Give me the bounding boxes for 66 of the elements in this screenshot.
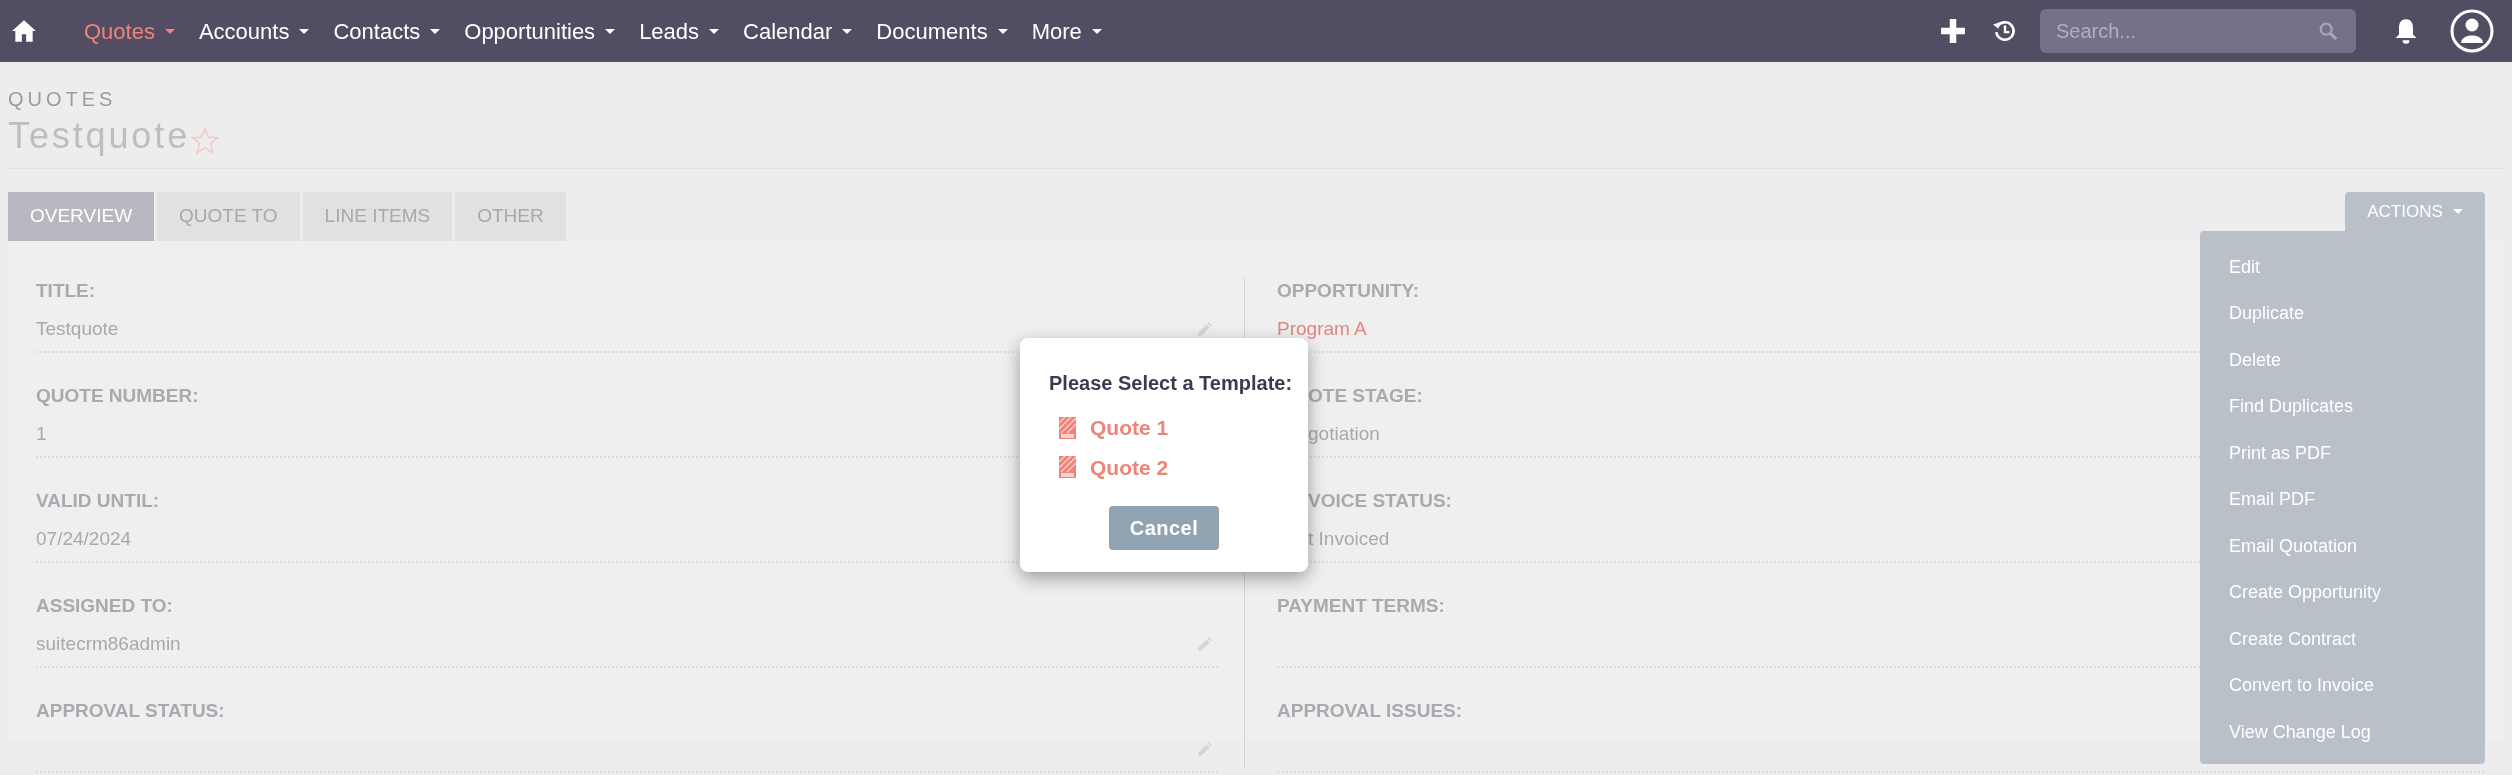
template-link[interactable]: Quote 2 [1090,451,1169,483]
field-label: VOICE STATUS: [1308,489,1452,511]
caret-icon [164,28,175,34]
nav-menu-item[interactable]: Leads [627,0,732,62]
search-icon [2318,21,2338,41]
field-value: gotiation [1307,421,1380,446]
field-value: Testquote [36,316,119,341]
menu-item[interactable]: Find Duplicates [2200,383,2485,430]
field-label: OTE STAGE: [1308,384,1423,406]
nav-menu-item[interactable]: Accounts [186,0,322,62]
nav-menu-item[interactable]: Opportunities [452,0,628,62]
field-label: QUOTE NUMBER: [36,384,199,406]
menu-item[interactable]: Convert to Invoice [2200,662,2485,709]
cancel-button[interactable]: Cancel [1109,506,1219,550]
menu-item[interactable]: Delete [2200,337,2485,384]
menu-item[interactable]: View Change Log [2200,709,2485,756]
tab[interactable]: OTHER [455,192,566,241]
field-value: 1 [36,421,47,446]
search-field[interactable]: Search... [2040,9,2356,53]
pdf-file-icon [1059,456,1076,479]
field-label: APPROVAL STATUS: [36,699,225,721]
field-label: PAYMENT TERMS: [1277,594,1445,616]
field-value: t Invoiced [1307,526,1390,551]
menu-item[interactable]: Duplicate [2200,290,2485,337]
history-icon [1992,18,2018,44]
menu-item[interactable]: Print as PDF [2200,430,2485,477]
actions-button[interactable]: ACTIONS [2345,192,2485,231]
nav-menu-item[interactable]: Quotes [72,0,187,62]
field-label: VALID UNTIL: [36,489,160,511]
plus-icon [1940,18,1966,44]
caret-icon [1091,28,1102,34]
pencil-icon [1196,740,1214,758]
pencil-icon [1196,635,1214,653]
dialog-title: Please Select a Template: [1049,371,1293,396]
caret-icon [605,28,616,34]
field-label: TITLE: [36,279,96,301]
field-link[interactable]: Program A [1277,314,1367,344]
nav-menu-item[interactable]: Contacts [321,0,453,62]
module-label: QUOTES [8,87,117,112]
nav-menu-item[interactable]: Documents [864,0,1020,62]
menu-item[interactable]: Create Contract [2200,616,2485,663]
caret-icon [299,28,310,34]
tab[interactable]: LINE ITEMS [302,192,453,241]
field-value: 07/24/2024 [36,526,132,551]
caret-icon [997,28,1008,34]
pencil-icon [1196,320,1214,338]
tab[interactable]: OVERVIEW [8,192,155,241]
user-avatar-icon [2450,9,2494,53]
field-label: ASSIGNED TO: [36,594,173,616]
field-value: suitecrm86admin [36,631,181,656]
caret-icon [2452,209,2463,214]
field-label: APPROVAL ISSUES: [1277,699,1463,721]
field-label: OPPORTUNITY: [1277,279,1420,301]
caret-icon [842,28,853,34]
nav-menu-item[interactable]: More [1019,0,1114,62]
menu-item[interactable]: Edit [2200,244,2485,291]
pdf-file-icon [1059,416,1076,439]
menu-item[interactable]: Email PDF [2200,476,2485,523]
nav-menu-item[interactable]: Calendar [731,0,865,62]
caret-icon [709,28,720,34]
home-icon [10,18,38,44]
template-link[interactable]: Quote 1 [1090,412,1169,444]
menu-item[interactable]: Create Opportunity [2200,569,2485,616]
menu-item[interactable]: Email Quotation [2200,523,2485,570]
caret-icon [430,28,441,34]
tab[interactable]: QUOTE TO [157,192,300,241]
